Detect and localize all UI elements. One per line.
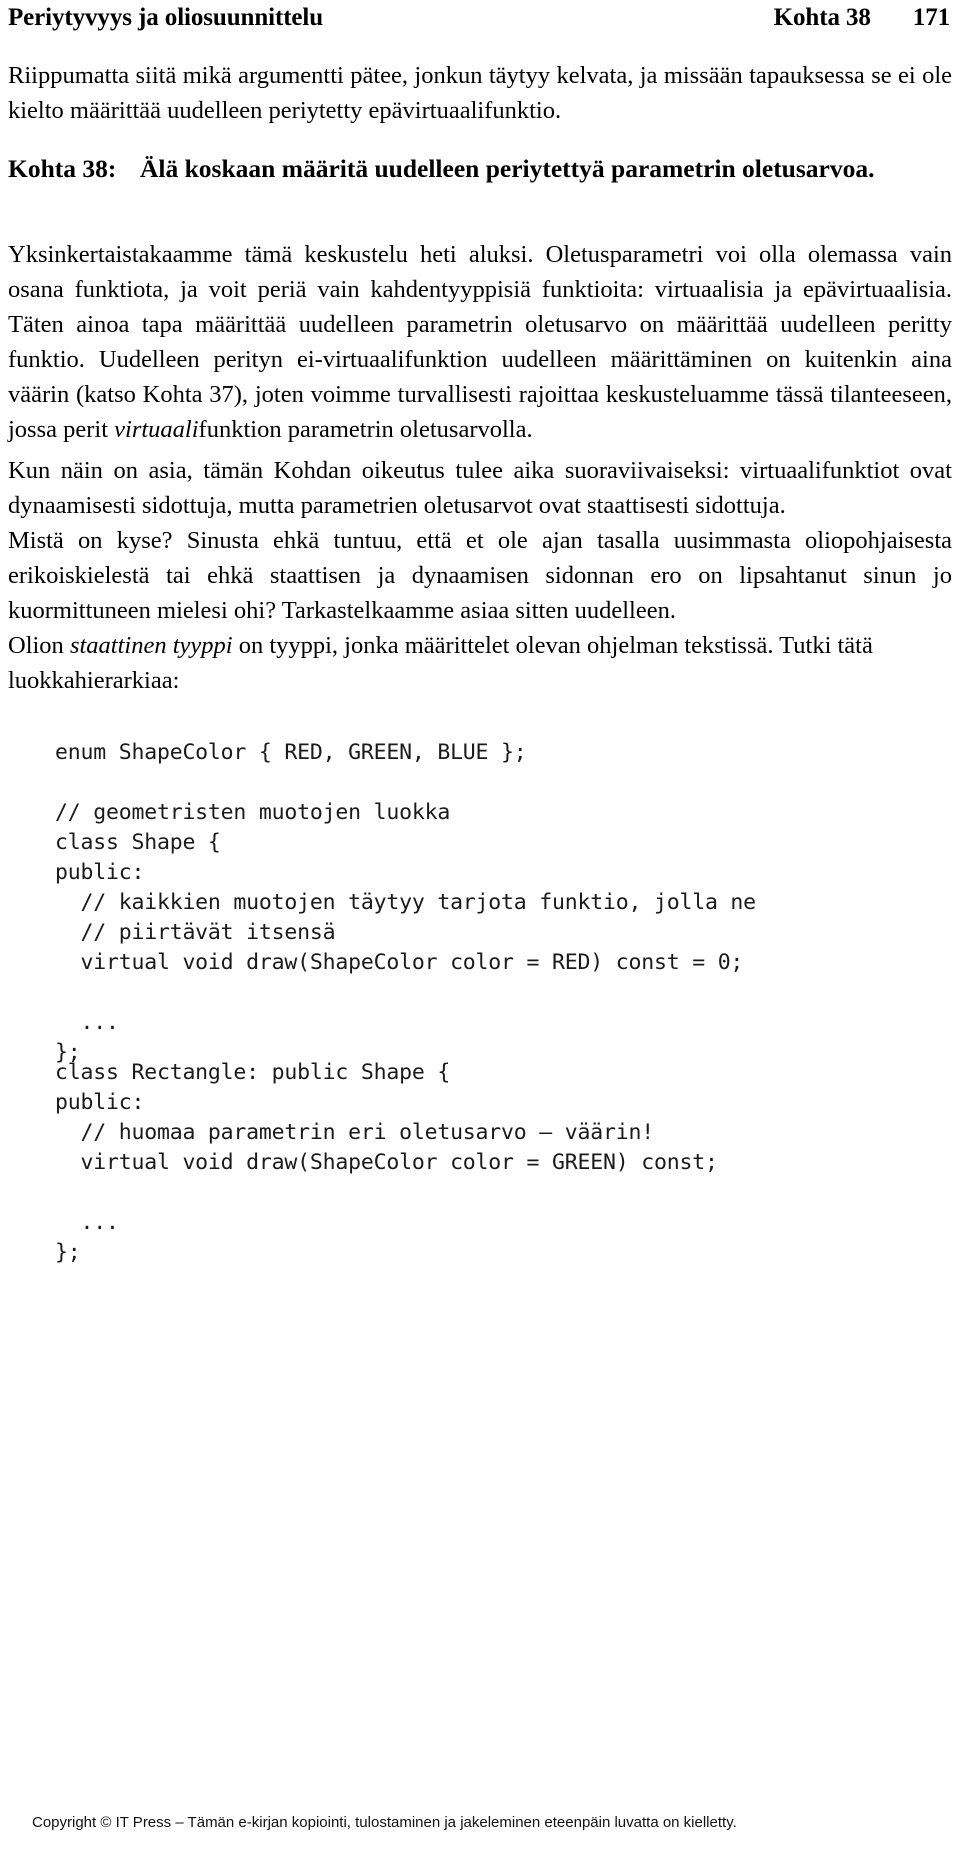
paragraph-1-part-1: Yksinkertaistakaamme tämä keskustelu het…	[8, 241, 952, 443]
code-block-rectangle-class: class Rectangle: public Shape { public: …	[55, 1060, 718, 1265]
guideline-text: Älä koskaan määritä uudelleen periytetty…	[140, 154, 875, 183]
header-chapter-title: Periytyvyys ja oliosuunnittelu	[8, 4, 324, 31]
paragraph-4: Olion staattinen tyyppi on tyyppi, jonka…	[8, 628, 952, 698]
intro-paragraph: Riippumatta siitä mikä argumentti pätee,…	[8, 62, 952, 124]
paragraph-2: Kun näin on asia, tämän Kohdan oikeutus …	[8, 457, 952, 519]
document-page: Periytyvyys ja oliosuunnittelu Kohta 38 …	[0, 0, 960, 1850]
header-section-label: Kohta 38	[773, 4, 871, 31]
code-block-shape-class: enum ShapeColor { RED, GREEN, BLUE }; //…	[55, 740, 756, 1065]
guideline-label: Kohta 38:	[8, 154, 117, 183]
header-page-number: 171	[912, 4, 950, 31]
paragraph-1-part-2: funktion parametrin oletusarvolla.	[198, 416, 533, 443]
paragraph-4-part-1: Olion	[8, 632, 70, 659]
guideline-heading: Kohta 38: Älä koskaan määritä uudelleen …	[8, 150, 952, 187]
paragraph-3: Mistä on kyse? Sinusta ehkä tuntuu, että…	[8, 527, 952, 624]
paragraph-1: Yksinkertaistakaamme tämä keskustelu het…	[8, 237, 952, 447]
footer-copyright: Copyright © IT Press – Tämän e-kirjan ko…	[32, 1814, 737, 1831]
paragraph-1-italic-term: virtuaali	[114, 416, 199, 443]
paragraph-4-italic-term: staattinen tyyppi	[69, 632, 233, 659]
running-header: Periytyvyys ja oliosuunnittelu Kohta 38 …	[8, 4, 950, 38]
